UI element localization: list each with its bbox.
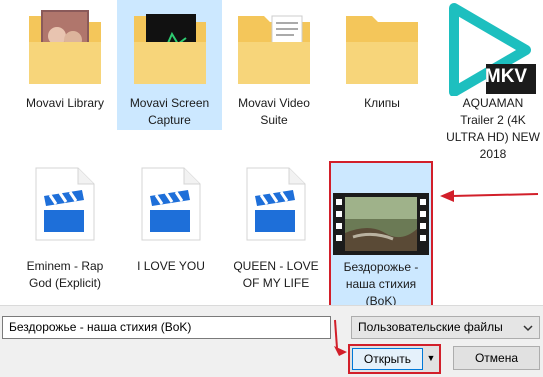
file-type-select[interactable]: Пользовательские файлы — [351, 316, 540, 339]
arrow-left-icon — [440, 190, 539, 202]
folder-document-icon — [238, 15, 310, 84]
file-item-i-love-you[interactable]: I LOVE YOU — [124, 160, 218, 290]
video-clapper-icon — [141, 167, 201, 241]
file-label: Бездорожье - наша стихия (BoK) — [343, 260, 419, 308]
file-item-eminem[interactable]: Eminem - Rap God (Explicit) — [18, 160, 112, 290]
open-button-group: Открыть ▼ — [348, 344, 441, 374]
file-item-queen[interactable]: QUEEN - LOVE OF MY LIFE — [229, 160, 323, 290]
file-label: AQUAMAN Trailer 2 (4K ULTRA HD) NEW 2018 — [446, 96, 540, 161]
file-item-klipy[interactable]: Клипы — [335, 0, 429, 130]
file-item-bezdorozhye[interactable]: Бездорожье - наша стихия (BoK) — [329, 161, 433, 309]
filename-field[interactable]: Бездорожье - наша стихия (BoK) — [2, 316, 331, 339]
file-label: QUEEN - LOVE OF MY LIFE — [233, 259, 319, 290]
file-item-movavi-library[interactable]: Movavi Library — [18, 0, 112, 130]
file-label: I LOVE YOU — [137, 259, 205, 273]
video-film-thumbnail-icon — [333, 193, 429, 255]
cancel-button[interactable]: Отмена — [453, 346, 540, 370]
file-item-movavi-video-suite[interactable]: Movavi Video Suite — [227, 0, 321, 130]
video-clapper-icon — [246, 167, 306, 241]
mkv-badge: MKV — [484, 66, 528, 87]
video-clapper-icon — [35, 167, 95, 241]
file-item-movavi-screen-capture[interactable]: Movavi Screen Capture — [117, 0, 222, 130]
file-item-aquaman[interactable]: MKV AQUAMAN Trailer 2 (4K ULTRA HD) NEW … — [443, 0, 543, 161]
file-label: Клипы — [364, 96, 400, 110]
folder-screenshot-icon — [133, 14, 206, 84]
file-label: Movavi Library — [25, 96, 105, 110]
open-dropdown-icon[interactable]: ▼ — [425, 348, 437, 370]
folder-icon — [346, 16, 418, 84]
chevron-down-icon — [523, 321, 533, 336]
open-button[interactable]: Открыть — [352, 348, 423, 370]
file-label: Eminem - Rap God (Explicit) — [26, 259, 104, 290]
file-type-value: Пользовательские файлы — [358, 320, 503, 334]
file-label: Movavi Screen Capture — [129, 96, 210, 127]
file-grid: Movavi Library Movavi Screen Capture Mov… — [0, 0, 543, 312]
file-label: Movavi Video Suite — [238, 96, 310, 127]
folder-photo-icon — [29, 10, 101, 84]
